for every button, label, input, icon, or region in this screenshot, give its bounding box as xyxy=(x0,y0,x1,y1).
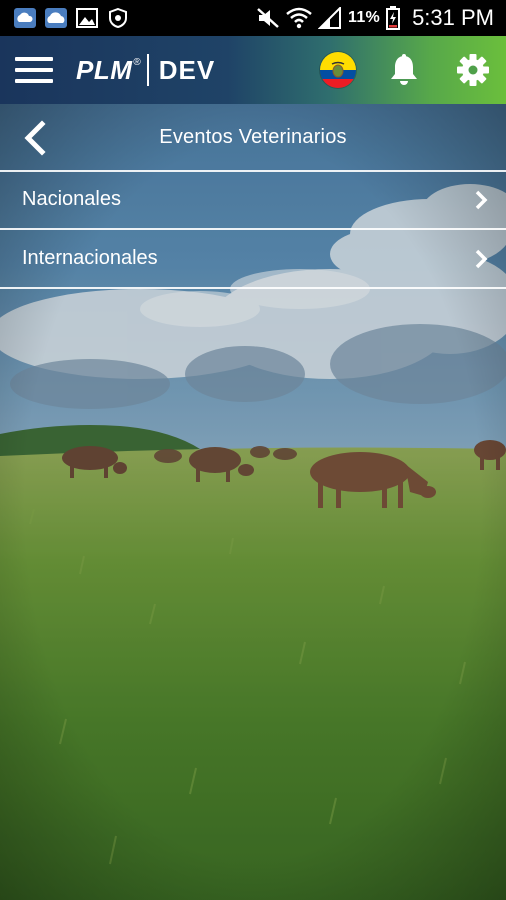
list-item-label: Internacionales xyxy=(22,246,158,269)
status-bar: 11% 5:31 PM xyxy=(0,0,506,36)
logo-registered: ® xyxy=(133,56,141,68)
list-item-internacionales[interactable]: Internacionales xyxy=(0,230,506,286)
battery-icon xyxy=(386,6,401,30)
ecuador-flag-icon[interactable] xyxy=(320,52,356,88)
logo-edition: DEV xyxy=(158,54,216,85)
logo-divider xyxy=(146,54,149,86)
chevron-right-icon xyxy=(475,190,488,210)
logo-brand: PLM xyxy=(76,54,133,85)
list-item-nacionales[interactable]: Nacionales xyxy=(0,171,506,227)
divider xyxy=(0,287,506,289)
page-title: Eventos Veterinarios xyxy=(159,125,347,148)
chevron-left-icon[interactable] xyxy=(22,120,48,156)
wifi-icon xyxy=(286,7,312,29)
chevron-right-icon xyxy=(475,249,488,269)
bell-icon[interactable] xyxy=(388,53,420,87)
shield-icon xyxy=(109,8,127,28)
battery-percent: 11% xyxy=(348,9,381,26)
app-logo: PLM ® DEV xyxy=(76,54,215,86)
mute-icon xyxy=(257,8,279,28)
gear-icon[interactable] xyxy=(456,53,490,87)
cloud-upload-icon xyxy=(14,8,36,28)
list-item-label: Nacionales xyxy=(22,187,121,210)
clock: 5:31 PM xyxy=(412,5,494,30)
image-icon xyxy=(76,8,98,28)
hamburger-menu-icon[interactable] xyxy=(15,55,55,85)
app-bar: PLM ® DEV xyxy=(0,36,506,104)
signal-icon xyxy=(318,7,342,29)
cloud-sync-icon xyxy=(45,8,67,28)
section-header: Eventos Veterinarios xyxy=(0,104,506,170)
